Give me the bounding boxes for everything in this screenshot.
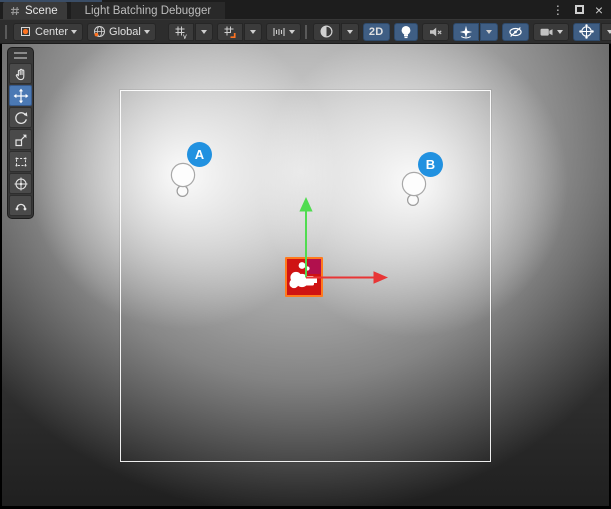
gizmos-dropdown[interactable]: [601, 23, 611, 41]
custom-tool-button[interactable]: [9, 195, 32, 216]
chevron-down-icon: [144, 30, 150, 34]
focused-dock-accent: [0, 0, 102, 2]
audio-muted-icon: [428, 25, 443, 39]
snap-increment-icon: [272, 25, 286, 39]
shading-mode-button[interactable]: [313, 23, 340, 41]
shading-mode-dropdown[interactable]: [341, 23, 359, 41]
grid-snap-icon: [223, 25, 237, 39]
transform-tool-button[interactable]: [9, 173, 32, 194]
light-badge-b-label: B: [426, 157, 435, 172]
view-hand-tool-button[interactable]: [9, 63, 32, 84]
toolbar-drag-handle[interactable]: [305, 25, 307, 39]
scene-effects-dropdown[interactable]: [480, 23, 498, 41]
pivot-mode-dropdown[interactable]: Center: [13, 23, 83, 41]
grid-visibility-button[interactable]: y: [168, 23, 194, 41]
move-icon: [13, 88, 29, 104]
globe-icon: [93, 25, 106, 38]
effects-group: [453, 23, 498, 41]
2d-mode-toggle[interactable]: 2D: [363, 23, 390, 41]
camera-icon: [539, 25, 554, 39]
shaded-sphere-icon: [319, 24, 334, 39]
tab-scene-label: Scene: [25, 5, 58, 17]
rotate-tool-button[interactable]: [9, 107, 32, 128]
light-badge-b: B: [418, 152, 443, 177]
grid-snapping-group: [217, 23, 262, 41]
custom-editor-tool-icon: [13, 198, 29, 214]
tab-light-batching-debugger[interactable]: Light Batching Debugger: [71, 2, 226, 19]
close-icon[interactable]: ×: [595, 3, 603, 17]
tab-debugger-label: Light Batching Debugger: [85, 5, 212, 17]
toolbar-drag-handle[interactable]: [5, 25, 7, 39]
grid-snapping-button[interactable]: [217, 23, 243, 41]
scene-effects-button[interactable]: [453, 23, 479, 41]
scene-viewport[interactable]: A B: [0, 44, 611, 509]
rect-transform-icon: [13, 154, 29, 170]
chevron-down-icon: [607, 30, 611, 34]
light-badge-a: A: [187, 142, 212, 167]
shading-mode-group: [313, 23, 359, 41]
scene-lighting-toggle[interactable]: [394, 23, 418, 41]
hand-icon: [13, 66, 29, 82]
grid-visibility-dropdown[interactable]: [195, 23, 213, 41]
chevron-down-icon: [250, 30, 256, 34]
move-tool-button[interactable]: [9, 85, 32, 106]
chevron-down-icon: [71, 30, 77, 34]
tab-bar: Scene Light Batching Debugger ⋮ ×: [0, 0, 611, 19]
orientation-label: Global: [109, 26, 141, 38]
y-axis-arrowhead[interactable]: [299, 197, 312, 212]
pivot-center-icon: [19, 25, 32, 38]
gizmos-toggle[interactable]: [573, 23, 600, 41]
window-menu-icon[interactable]: ⋮: [552, 4, 564, 16]
rotate-icon: [13, 110, 29, 126]
camera-settings-dropdown[interactable]: [533, 23, 569, 41]
unity-scene-window: Scene Light Batching Debugger ⋮ × Center: [0, 0, 611, 509]
tools-overlay: [7, 47, 34, 219]
scene-grid-icon: [10, 6, 20, 16]
light-badge-a-label: A: [195, 147, 204, 162]
overlay-drag-handle[interactable]: [14, 52, 27, 59]
orientation-dropdown[interactable]: Global: [87, 23, 156, 41]
chevron-down-icon: [289, 30, 295, 34]
effects-star-icon: [459, 25, 473, 39]
gizmo-globe-icon: [579, 24, 594, 39]
chevron-down-icon: [486, 30, 492, 34]
2d-mode-label: 2D: [369, 26, 384, 38]
x-axis-arrowhead[interactable]: [374, 271, 389, 284]
window-controls: ⋮ ×: [552, 0, 611, 19]
grid-visibility-group: y: [168, 23, 213, 41]
rect-tool-button[interactable]: [9, 151, 32, 172]
chevron-down-icon: [347, 30, 353, 34]
audio-toggle[interactable]: [422, 23, 449, 41]
scale-tool-button[interactable]: [9, 129, 32, 150]
tab-scene[interactable]: Scene: [3, 2, 67, 19]
grid-snapping-dropdown[interactable]: [244, 23, 262, 41]
light-gizmo-b[interactable]: [401, 171, 427, 207]
pivot-mode-label: Center: [35, 26, 68, 38]
transform-icon: [13, 176, 29, 192]
grid-axis-icon: y: [174, 25, 188, 39]
chevron-down-icon: [201, 30, 207, 34]
light-bulb-icon: [400, 25, 412, 39]
scale-icon: [13, 132, 29, 148]
eye-slash-icon: [508, 25, 523, 39]
move-gizmo: [296, 194, 392, 286]
scene-toolbar: Center Global y: [0, 19, 611, 44]
light-gizmo-a[interactable]: [170, 162, 196, 198]
hidden-objects-toggle[interactable]: [502, 23, 529, 41]
chevron-down-icon: [557, 30, 563, 34]
maximize-icon[interactable]: [575, 5, 584, 14]
svg-text:y: y: [183, 31, 187, 39]
gizmos-group: [573, 23, 611, 41]
snap-increment-dropdown[interactable]: [266, 23, 301, 41]
